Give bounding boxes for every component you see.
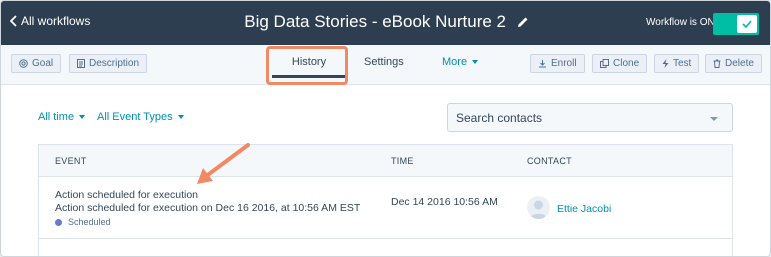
trash-icon xyxy=(713,59,721,68)
event-title: Action scheduled for execution xyxy=(55,189,199,201)
workflow-header: All workflows Big Data Stories - eBook N… xyxy=(1,1,770,45)
event-detail: Action scheduled for execution on Dec 16… xyxy=(55,202,361,214)
status-label: Scheduled xyxy=(68,217,111,227)
column-header-event: EVENT xyxy=(55,156,87,166)
search-contacts-select[interactable]: Search contacts xyxy=(447,103,733,132)
clone-label: Clone xyxy=(613,58,640,69)
event-time: Dec 14 2016 10:56 AM xyxy=(391,196,498,208)
workflow-window: All workflows Big Data Stories - eBook N… xyxy=(0,0,771,257)
person-icon xyxy=(530,200,547,219)
toggle-knob xyxy=(737,15,757,33)
status-badge: Scheduled xyxy=(55,217,111,227)
clone-button[interactable]: Clone xyxy=(592,54,648,73)
event-types-filter-dropdown[interactable]: All Event Types xyxy=(97,111,184,123)
column-header-contact: CONTACT xyxy=(527,156,572,166)
target-icon xyxy=(19,59,28,68)
annotation-arrow-icon xyxy=(197,143,250,184)
tab-more-label: More xyxy=(442,56,468,68)
workflow-title-text: Big Data Stories - eBook Nurture 2 xyxy=(244,12,506,31)
tab-settings-label: Settings xyxy=(364,56,404,68)
test-button[interactable]: Test xyxy=(654,54,700,73)
status-dot-icon xyxy=(55,218,62,226)
contact-link[interactable]: Ettie Jacobi xyxy=(557,203,611,215)
clone-icon xyxy=(600,59,609,68)
enroll-label: Enroll xyxy=(551,58,577,69)
search-contacts-placeholder: Search contacts xyxy=(456,111,543,125)
workflow-on-toggle[interactable] xyxy=(713,13,759,35)
history-table: EVENT TIME CONTACT Action scheduled for … xyxy=(38,144,733,256)
enroll-button[interactable]: Enroll xyxy=(530,54,585,73)
goal-label: Goal xyxy=(32,58,54,69)
event-types-label: All Event Types xyxy=(97,111,173,123)
avatar xyxy=(527,196,550,219)
workflow-status-label: Workflow is ON xyxy=(646,17,715,28)
description-button[interactable]: Description xyxy=(69,54,148,73)
test-label: Test xyxy=(673,58,692,69)
chevron-down-icon xyxy=(472,60,479,65)
time-filter-dropdown[interactable]: All time xyxy=(38,111,86,123)
description-label: Description xyxy=(89,58,140,69)
table-row: Action scheduled for execution Action sc… xyxy=(39,177,732,239)
tab-settings[interactable]: Settings xyxy=(364,56,404,68)
table-header: EVENT TIME CONTACT xyxy=(39,145,732,177)
delete-label: Delete xyxy=(725,58,754,69)
chevron-down-icon xyxy=(177,115,184,120)
history-tab-highlight xyxy=(266,46,348,85)
delete-button[interactable]: Delete xyxy=(705,54,762,73)
chevron-down-icon xyxy=(79,115,86,120)
tab-more-dropdown[interactable]: More xyxy=(442,56,479,68)
workflow-toolbar: Goal Description History Settings More E… xyxy=(1,45,770,85)
column-header-time: TIME xyxy=(391,156,414,166)
pencil-icon[interactable] xyxy=(517,13,529,33)
check-icon xyxy=(742,20,752,28)
goal-button[interactable]: Goal xyxy=(11,54,62,73)
chevron-down-icon xyxy=(710,117,718,121)
document-icon xyxy=(77,59,85,68)
enroll-icon xyxy=(538,59,547,68)
time-filter-label: All time xyxy=(38,111,75,123)
lightning-icon xyxy=(662,59,669,68)
